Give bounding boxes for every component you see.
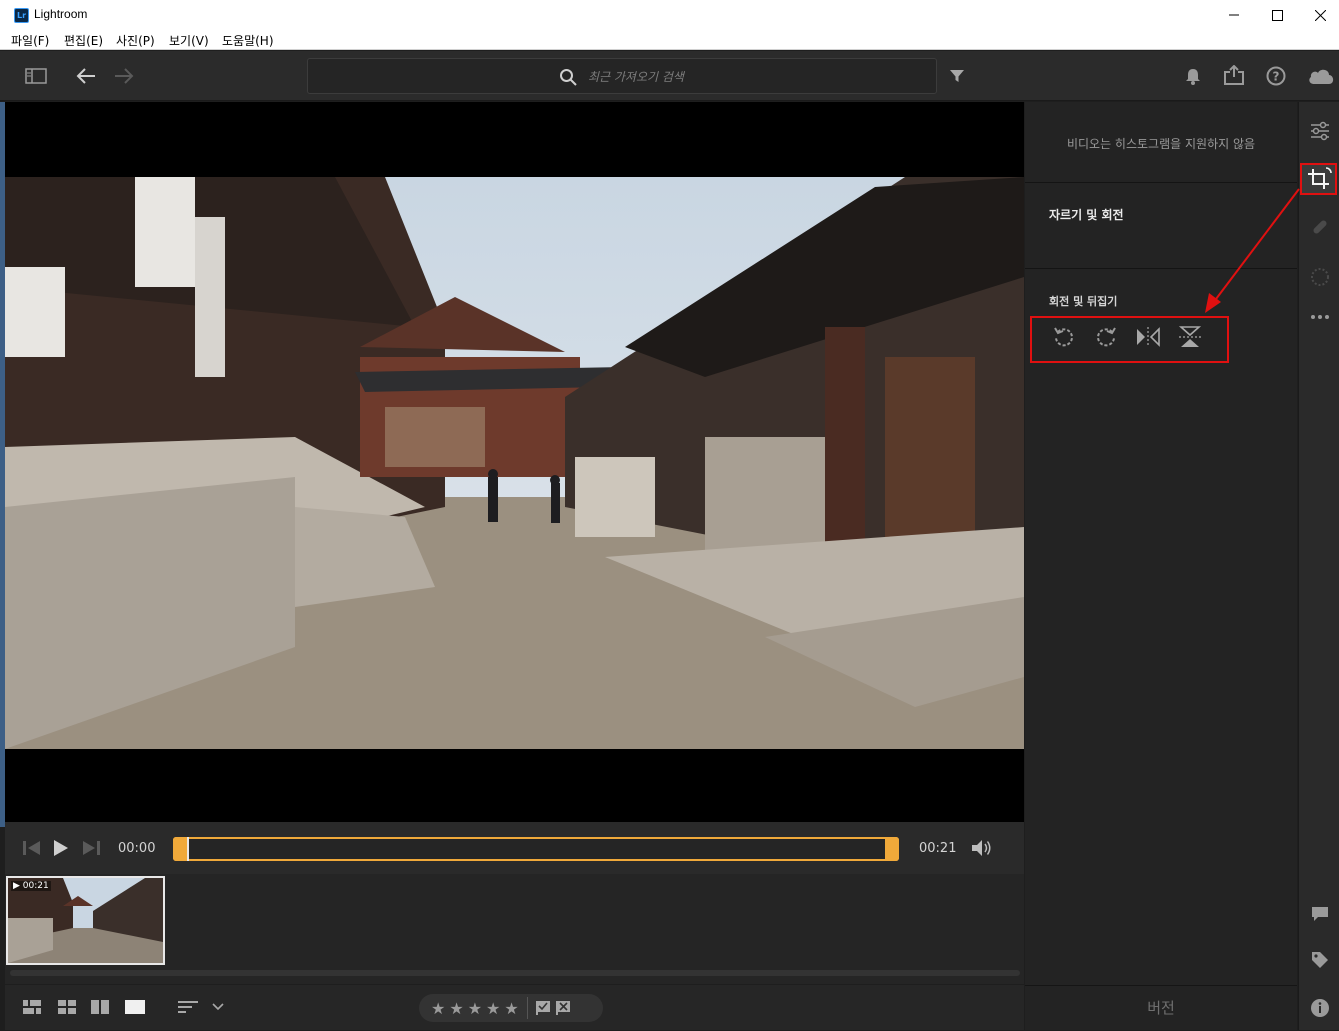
- more-options-icon[interactable]: [1307, 304, 1333, 330]
- video-viewer[interactable]: [5, 102, 1024, 822]
- current-time: 00:00: [118, 841, 156, 856]
- flag-pick-icon[interactable]: [535, 1001, 550, 1015]
- sort-icon[interactable]: [177, 998, 199, 1016]
- menu-photo[interactable]: 사진(P): [116, 32, 155, 49]
- version-button[interactable]: 버전: [1025, 985, 1297, 1030]
- histogram-note: 비디오는 히스토그램을 지원하지 않음: [1066, 137, 1256, 151]
- menu-file[interactable]: 파일(F): [11, 32, 49, 49]
- maximize-button[interactable]: [1254, 0, 1300, 30]
- panel-toggle-icon[interactable]: [24, 65, 48, 87]
- forward-arrow-icon[interactable]: [113, 65, 135, 87]
- rating-star-4[interactable]: ★: [486, 999, 500, 1018]
- video-scrubber[interactable]: [173, 837, 899, 861]
- filter-icon[interactable]: [947, 66, 967, 86]
- highlight-box: [1030, 316, 1229, 363]
- thumbnail-duration-text: 00:21: [22, 881, 49, 891]
- flag-reject-icon[interactable]: [555, 1001, 570, 1015]
- lightroom-logo-icon: Lr: [14, 8, 29, 23]
- video-thumbnail[interactable]: ▶ 00:21: [6, 876, 165, 965]
- search-box[interactable]: 최근 가져오기 검색: [307, 58, 937, 94]
- bottom-bar: ★ ★ ★ ★ ★: [5, 985, 1024, 1030]
- menu-edit[interactable]: 편집(E): [64, 32, 103, 49]
- trim-end-handle[interactable]: [885, 837, 899, 861]
- share-icon[interactable]: [1223, 64, 1245, 86]
- divider: [1025, 182, 1297, 183]
- menu-view[interactable]: 보기(V): [169, 32, 209, 49]
- playhead[interactable]: [187, 837, 189, 861]
- window-title: Lightroom: [34, 7, 88, 21]
- previous-frame-icon[interactable]: [22, 840, 42, 856]
- thumbnail-duration: ▶ 00:21: [11, 881, 51, 891]
- menu-bar: 파일(F) 편집(E) 사진(P) 보기(V) 도움말(H): [0, 30, 1339, 50]
- square-grid-view-icon[interactable]: [22, 999, 42, 1015]
- search-icon: [558, 67, 578, 87]
- title-bar: Lr Lightroom: [0, 0, 1339, 30]
- crop-tool-button[interactable]: [1300, 163, 1337, 195]
- rating-divider: [526, 997, 528, 1019]
- filmstrip-scrollbar[interactable]: [10, 970, 1020, 976]
- notification-bell-icon[interactable]: [1183, 66, 1203, 86]
- rotate-flip-title: 회전 및 뒤집기: [1049, 295, 1118, 308]
- back-arrow-icon[interactable]: [75, 65, 97, 87]
- minimize-button[interactable]: [1211, 0, 1257, 30]
- close-button[interactable]: [1297, 0, 1339, 30]
- search-placeholder: 최근 가져오기 검색: [588, 70, 684, 84]
- cloud-sync-icon[interactable]: [1306, 65, 1336, 87]
- top-toolbar: 최근 가져오기 검색 ?: [0, 51, 1339, 101]
- next-frame-icon[interactable]: [81, 840, 101, 856]
- info-icon[interactable]: [1307, 995, 1333, 1021]
- compare-view-icon[interactable]: [90, 999, 110, 1015]
- volume-icon[interactable]: [970, 838, 994, 858]
- rating-star-2[interactable]: ★: [449, 999, 463, 1018]
- duration-time: 00:21: [919, 841, 957, 856]
- crop-rotate-icon: [1308, 167, 1332, 189]
- video-frame-image: [5, 177, 1024, 749]
- healing-bandage-icon[interactable]: [1307, 214, 1333, 240]
- chevron-down-icon[interactable]: [210, 999, 226, 1015]
- trim-start-handle[interactable]: [173, 837, 187, 861]
- crop-rotate-title[interactable]: 자르기 및 회전: [1049, 206, 1124, 223]
- grid-view-icon[interactable]: [57, 999, 77, 1015]
- keyword-tag-icon[interactable]: [1307, 947, 1333, 973]
- rating-star-5[interactable]: ★: [504, 999, 518, 1018]
- play-icon[interactable]: [52, 840, 70, 856]
- detail-view-icon[interactable]: [124, 999, 146, 1015]
- edit-sliders-icon[interactable]: [1307, 118, 1333, 144]
- rating-star-1[interactable]: ★: [431, 999, 445, 1018]
- video-controls: 00:00 00:21: [5, 822, 1024, 874]
- filmstrip: ▶ 00:21: [5, 874, 1024, 984]
- annotation-arrow: [1205, 188, 1300, 313]
- masking-icon[interactable]: [1307, 264, 1333, 290]
- rating-and-flags: ★ ★ ★ ★ ★: [419, 994, 603, 1022]
- rating-star-3[interactable]: ★: [468, 999, 482, 1018]
- help-icon[interactable]: ?: [1265, 65, 1287, 87]
- menu-help[interactable]: 도움말(H): [222, 32, 274, 49]
- svg-text:?: ?: [1273, 70, 1280, 84]
- comments-icon[interactable]: [1307, 901, 1333, 927]
